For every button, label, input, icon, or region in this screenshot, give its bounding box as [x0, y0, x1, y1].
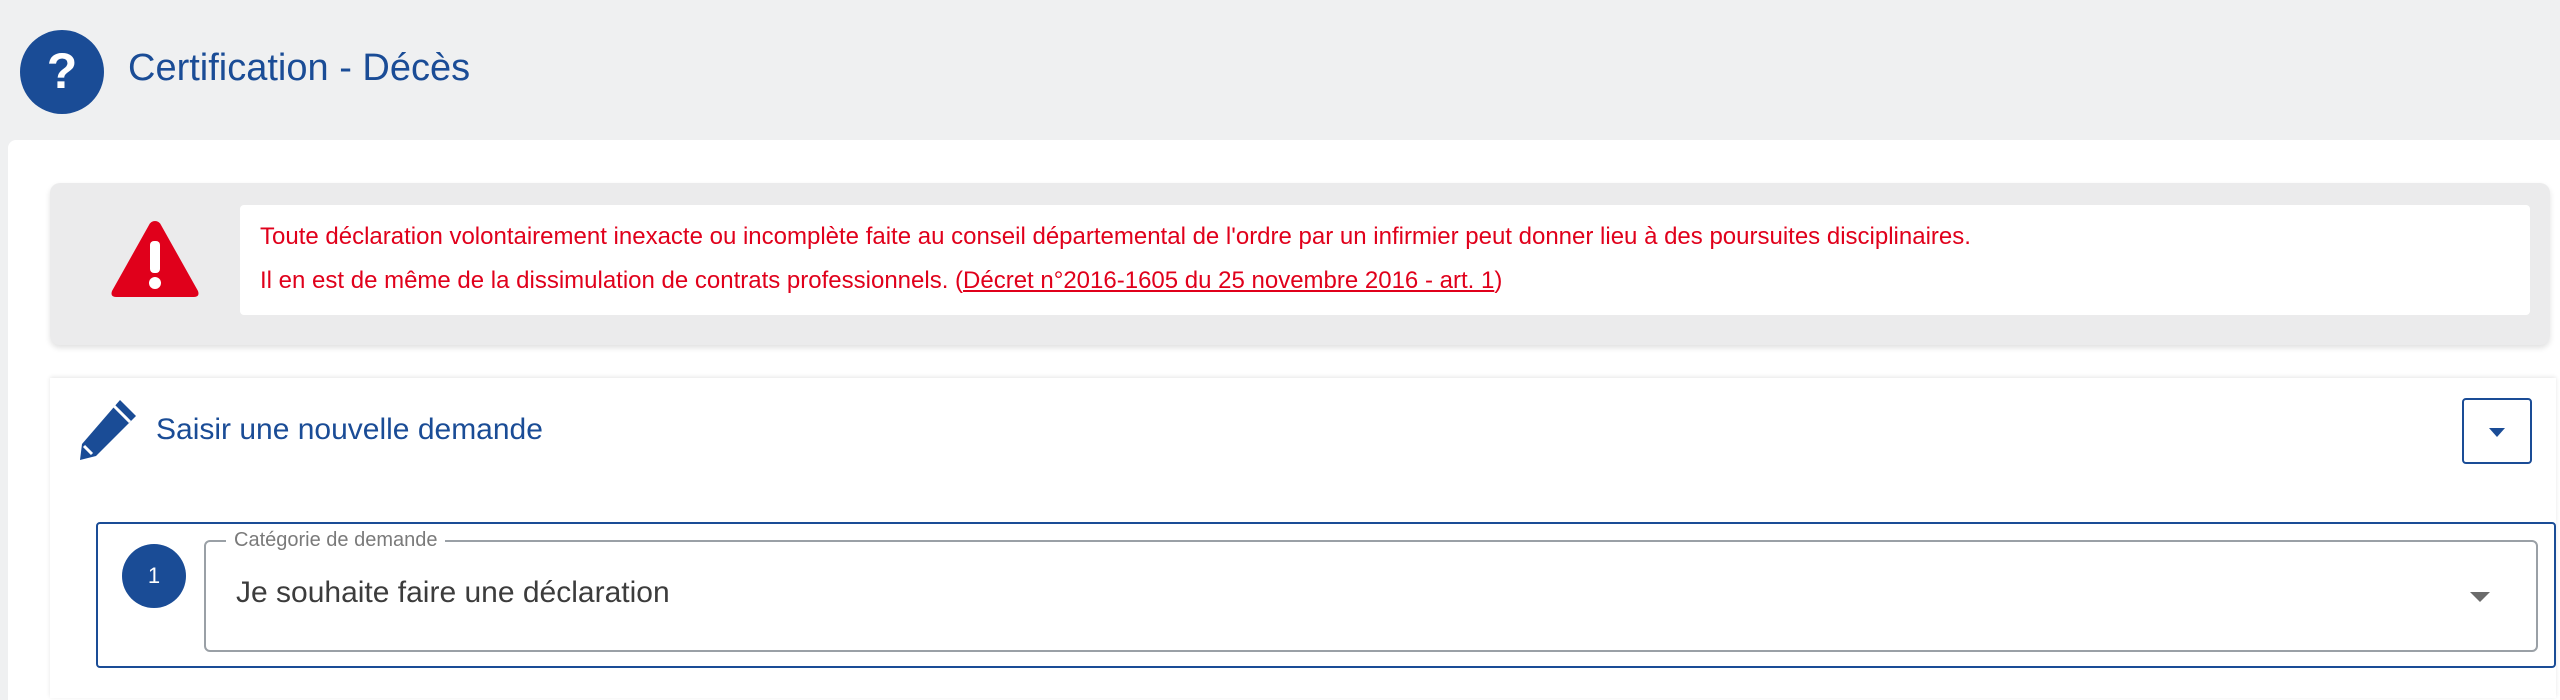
caret-down-icon: [2489, 428, 2505, 437]
new-request-panel: Saisir une nouvelle demande 1 Catégorie …: [50, 378, 2556, 698]
warning-message: Toute déclaration volontairement inexact…: [240, 205, 2530, 315]
page-title: Certification - Décès: [128, 47, 471, 89]
request-category-select[interactable]: Catégorie de demande Je souhaite faire u…: [204, 527, 2538, 652]
pencil-icon: [80, 400, 136, 460]
warning-triangle-icon: [111, 221, 199, 297]
warning-line-2-text: Il en est de même de la dissimulation de…: [260, 267, 964, 294]
step-number-badge: 1: [122, 544, 186, 608]
warning-line-2-suffix: ): [1494, 267, 1503, 294]
panel-title: Saisir une nouvelle demande: [156, 413, 543, 446]
dropdown-arrow-icon[interactable]: [2470, 592, 2490, 602]
select-label: Catégorie de demande: [226, 527, 446, 553]
select-value: Je souhaite faire une déclaration: [236, 576, 670, 609]
collapse-toggle-button[interactable]: [2462, 398, 2532, 464]
warning-line-2: Il en est de même de la dissimulation de…: [260, 259, 2530, 303]
warning-line-1: Toute déclaration volontairement inexact…: [260, 223, 1971, 250]
page-header: ? Certification - Décès: [0, 0, 2560, 140]
warning-box: Toute déclaration volontairement inexact…: [50, 183, 2550, 345]
decree-link[interactable]: Décret n°2016-1605 du 25 novembre 2016 -…: [963, 267, 1494, 294]
request-category-step: 1 Catégorie de demande Je souhaite faire…: [96, 522, 2556, 668]
svg-text:?: ?: [47, 43, 78, 99]
question-mark-icon[interactable]: ?: [18, 28, 106, 116]
